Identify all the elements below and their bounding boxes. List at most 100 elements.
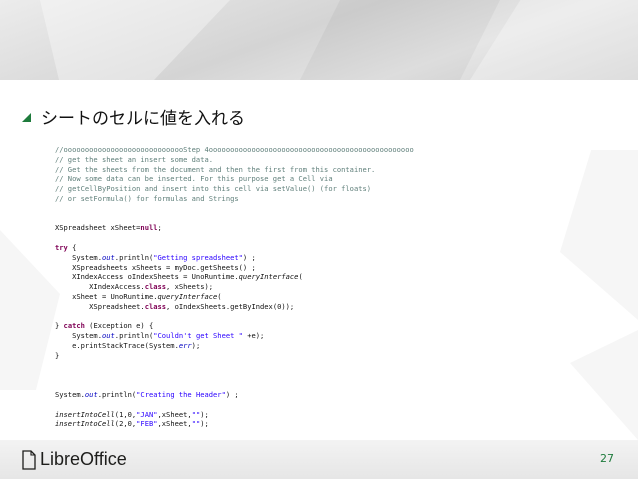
code-token: ; xyxy=(157,223,162,233)
header-banner xyxy=(0,0,638,80)
code-line: xSheet = UnoRuntime.queryInterface( xyxy=(55,292,550,302)
code-line: } xyxy=(55,351,550,361)
code-token: "Couldn't get Sheet " xyxy=(153,331,243,341)
code-token: (1,0, xyxy=(114,409,137,419)
code-line: // get the sheet an insert some data. xyxy=(55,155,550,165)
code-token: System. xyxy=(55,331,102,341)
code-listing: //ooooooooooooooooooooooooooooStep 4oooo… xyxy=(55,145,550,435)
code-line: insertIntoCell(1,0,"JAN",xSheet,""); xyxy=(55,410,550,420)
code-line: try { xyxy=(55,243,550,253)
code-token: // get the sheet an insert some data. xyxy=(55,154,214,164)
code-token: "" xyxy=(191,409,201,419)
code-token: (2,0, xyxy=(114,419,137,429)
banner-facet xyxy=(40,0,230,80)
code-token: out xyxy=(101,331,115,341)
code-line: // or setFormula() for formulas and Stri… xyxy=(55,194,550,204)
code-line: System.out.println("Creating the Header"… xyxy=(55,390,550,400)
code-line: //ooooooooooooooooooooooooooooStep 4oooo… xyxy=(55,145,550,155)
code-line: System.out.println("Getting spreadsheet"… xyxy=(55,253,550,263)
code-token: } xyxy=(55,321,64,331)
code-line: XSpreadsheet xSheet=null; xyxy=(55,223,550,233)
slide: シートのセルに値を入れる //ooooooooooooooooooooooooo… xyxy=(0,0,638,479)
page-number: 27 xyxy=(600,452,614,465)
code-token: xSheet = UnoRuntime. xyxy=(55,291,158,301)
code-token: ( xyxy=(217,291,222,301)
code-token: .println( xyxy=(114,252,154,262)
code-token: XSpreadsheets xSheets = myDoc.getSheets(… xyxy=(55,262,256,272)
code-token: out xyxy=(101,252,115,262)
code-token: err xyxy=(178,340,192,350)
code-line: System.out.println("Couldn't get Sheet "… xyxy=(55,331,550,341)
code-token: System. xyxy=(55,252,102,262)
code-token: { xyxy=(67,242,77,252)
code-token: .println( xyxy=(114,331,154,341)
code-token: // getCellByPosition and insert into thi… xyxy=(55,184,372,194)
code-token: , xSheets); xyxy=(166,282,214,292)
background-shape xyxy=(570,330,638,440)
code-token: // Get the sheets from the document and … xyxy=(55,164,376,174)
code-token: (Exception e) { xyxy=(84,321,154,331)
logo-text-libre: Libre xyxy=(40,449,81,469)
document-icon xyxy=(22,449,36,470)
code-token: ,xSheet, xyxy=(157,419,192,429)
code-line: // Get the sheets from the document and … xyxy=(55,165,550,175)
code-token: //ooooooooooooooooooooooooooooStep 4oooo… xyxy=(55,145,414,154)
code-token: ( xyxy=(298,272,303,282)
triangle-bullet-icon xyxy=(22,113,31,122)
code-token: class xyxy=(144,282,167,292)
code-token: null xyxy=(140,223,158,233)
code-line: } catch (Exception e) { xyxy=(55,321,550,331)
code-token: // or setFormula() for formulas and Stri… xyxy=(55,193,239,203)
code-token: queryInterface xyxy=(238,272,299,282)
code-token: ) ; xyxy=(242,252,256,262)
code-token: "FEB" xyxy=(136,419,158,429)
code-line: // Now some data can be inserted. For th… xyxy=(55,174,550,184)
code-token: ); xyxy=(200,409,209,419)
code-token: XSpreadsheet xSheet= xyxy=(55,223,141,233)
code-token: queryInterface xyxy=(157,291,218,301)
code-token: XSpreadsheet. xyxy=(55,301,145,311)
code-line: e.printStackTrace(System.err); xyxy=(55,341,550,351)
code-line: XSpreadsheet.class, oIndexSheets.getByIn… xyxy=(55,302,550,312)
code-token: "JAN" xyxy=(136,409,158,419)
slide-heading: シートのセルに値を入れる xyxy=(22,104,245,129)
code-token: .println( xyxy=(97,389,137,399)
code-token: insertIntoCell xyxy=(55,419,115,429)
code-token: out xyxy=(84,389,98,399)
code-token: "Creating the Header" xyxy=(136,389,226,399)
code-line: XIndexAccess.class, xSheets); xyxy=(55,282,550,292)
code-token: XIndexAccess oIndexSheets = UnoRuntime. xyxy=(55,272,239,282)
code-line: XSpreadsheets xSheets = myDoc.getSheets(… xyxy=(55,263,550,273)
code-token: "" xyxy=(191,419,201,429)
logo-text-office: Office xyxy=(80,449,127,469)
libreoffice-logo: Libre Office xyxy=(22,449,127,470)
banner-facet xyxy=(300,0,500,80)
code-token: // Now some data can be inserted. For th… xyxy=(55,174,333,184)
code-token: +e); xyxy=(242,331,265,341)
code-token: System. xyxy=(55,389,85,399)
code-token: ); xyxy=(200,419,209,429)
background-shape xyxy=(0,230,60,390)
code-token: ) ; xyxy=(225,389,239,399)
banner-facet xyxy=(470,0,638,80)
code-token: catch xyxy=(63,321,85,331)
code-token: } xyxy=(55,350,60,360)
code-token: XIndexAccess. xyxy=(55,282,145,292)
code-line: insertIntoCell(2,0,"FEB",xSheet,""); xyxy=(55,419,550,429)
code-line: XIndexAccess oIndexSheets = UnoRuntime.q… xyxy=(55,272,550,282)
code-token: e.printStackTrace(System. xyxy=(55,340,179,350)
background-shape xyxy=(560,150,638,320)
code-token: insertIntoCell xyxy=(55,409,115,419)
code-token: ,xSheet, xyxy=(157,409,192,419)
code-token: ); xyxy=(191,340,201,350)
code-token: class xyxy=(144,301,167,311)
code-token: , oIndexSheets.getByIndex(0)); xyxy=(166,301,295,311)
